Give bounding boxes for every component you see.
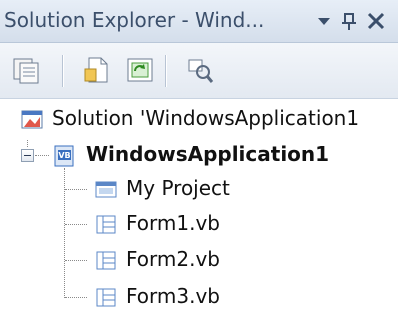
solution-explorer-toolbar [0, 43, 398, 99]
tree-item-project[interactable]: VB WindowsApplication1 [0, 140, 398, 170]
tree-item-label: Form2.vb [126, 247, 220, 271]
solution-explorer-titlebar: Solution Explorer - Wind... [0, 0, 398, 43]
form-file-icon [94, 286, 118, 310]
show-all-files-icon[interactable] [83, 55, 113, 85]
tree-item-my-project[interactable]: My Project [0, 174, 398, 204]
solution-label: Solution 'WindowsApplication1 [52, 106, 360, 130]
toolbar-separator [62, 55, 63, 87]
tree-item-label: My Project [126, 176, 230, 200]
view-class-diagram-icon[interactable] [185, 55, 215, 85]
tree-item-solution[interactable]: Solution 'WindowsApplication1 [0, 104, 398, 134]
solution-icon [20, 108, 44, 132]
vb-project-icon: VB [52, 144, 76, 168]
tree-item-form2[interactable]: Form2.vb [0, 245, 398, 275]
form-file-icon [94, 249, 118, 273]
tree-item-label: Form3.vb [126, 284, 220, 308]
toolbar-separator [165, 55, 166, 87]
project-label: WindowsApplication1 [86, 142, 330, 166]
form-file-icon [94, 213, 118, 237]
solution-tree: Solution 'WindowsApplication1 VB Windows… [0, 100, 398, 333]
panel-title: Solution Explorer - Wind... [4, 8, 265, 32]
refresh-icon[interactable] [125, 55, 155, 85]
my-project-icon [94, 178, 118, 202]
tree-item-form3[interactable]: Form3.vb [0, 282, 398, 312]
close-icon[interactable] [364, 9, 388, 33]
svg-text:VB: VB [58, 151, 70, 160]
tree-item-label: Form1.vb [126, 211, 220, 235]
properties-icon[interactable] [11, 55, 41, 85]
pin-icon[interactable] [337, 9, 361, 33]
tree-item-form1[interactable]: Form1.vb [0, 209, 398, 239]
dropdown-arrow-icon[interactable] [312, 9, 336, 33]
